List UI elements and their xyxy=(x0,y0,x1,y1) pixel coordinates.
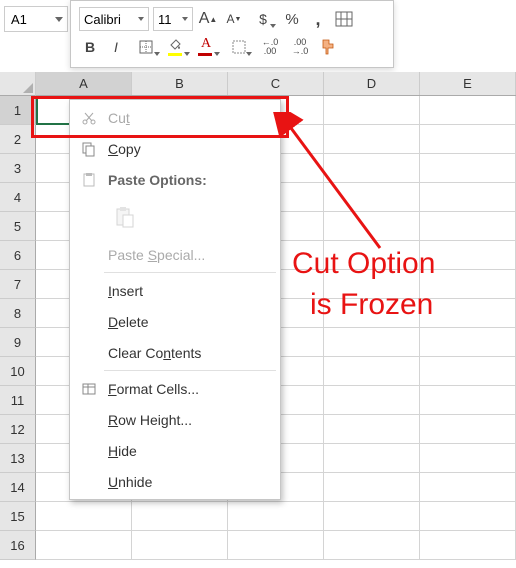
row-header[interactable]: 2 xyxy=(0,125,36,154)
annotation-text: Cut Option is Frozen xyxy=(292,244,435,325)
mini-toolbar: Calibri 11 A▲ A▼ $ % , B I A ←.0.00 . xyxy=(70,0,394,68)
percent-format-button[interactable]: % xyxy=(281,7,303,31)
row-header[interactable]: 11 xyxy=(0,386,36,415)
row-header[interactable]: 8 xyxy=(0,299,36,328)
ctx-delete[interactable]: Delete xyxy=(70,306,280,337)
ctx-insert[interactable]: Insert xyxy=(70,275,280,306)
ctx-format-cells-label: Format Cells... xyxy=(102,381,270,397)
ctx-unhide-label: Unhide xyxy=(102,474,270,490)
borders-button[interactable] xyxy=(131,35,161,59)
col-header-E[interactable]: E xyxy=(420,72,516,95)
ctx-row-height-label: Row Height... xyxy=(102,412,270,428)
ctx-cut: Cut xyxy=(70,102,280,133)
ctx-clear-contents[interactable]: Clear Contents xyxy=(70,337,280,368)
name-box-value: A1 xyxy=(11,12,27,27)
paste-button xyxy=(108,200,142,234)
row-header[interactable]: 1 xyxy=(0,96,36,125)
select-all-corner[interactable] xyxy=(0,72,36,96)
merge-center-button[interactable] xyxy=(333,7,355,31)
ctx-delete-label: Delete xyxy=(102,314,270,330)
row-header[interactable]: 10 xyxy=(0,357,36,386)
increase-decimal-button[interactable]: ←.0.00 xyxy=(257,35,283,59)
grow-font-button[interactable]: A▲ xyxy=(197,7,219,31)
ctx-clear-contents-label: Clear Contents xyxy=(102,345,270,361)
bold-button[interactable]: B xyxy=(79,35,101,59)
context-menu: Cut Copy Paste Options: Paste Special...… xyxy=(69,99,281,500)
shrink-font-button[interactable]: A▼ xyxy=(223,7,245,31)
row-header[interactable]: 15 xyxy=(0,502,36,531)
ctx-cut-label: Cut xyxy=(102,110,270,126)
font-name-select[interactable]: Calibri xyxy=(79,7,149,31)
format-cells-icon xyxy=(76,377,102,401)
italic-button[interactable]: I xyxy=(105,35,127,59)
row-header[interactable]: 12 xyxy=(0,415,36,444)
clipboard-icon xyxy=(76,168,102,192)
comma-format-button[interactable]: , xyxy=(307,7,329,31)
row-header[interactable]: 9 xyxy=(0,328,36,357)
row-header[interactable]: 13 xyxy=(0,444,36,473)
col-header-C[interactable]: C xyxy=(228,72,324,95)
row-header[interactable]: 6 xyxy=(0,241,36,270)
row-header[interactable]: 4 xyxy=(0,183,36,212)
row-headers: 1 2 3 4 5 6 7 8 9 10 11 12 13 14 15 16 xyxy=(0,96,36,560)
format-painter-button[interactable] xyxy=(317,35,339,59)
col-header-D[interactable]: D xyxy=(324,72,420,95)
ctx-format-cells[interactable]: Format Cells... xyxy=(70,373,280,404)
ctx-row-height[interactable]: Row Height... xyxy=(70,404,280,435)
ctx-copy-label: Copy xyxy=(102,141,270,157)
ctx-paste-options-label: Paste Options: xyxy=(102,172,270,188)
borders-style-button[interactable] xyxy=(225,35,253,59)
column-headers: A B C D E xyxy=(36,72,516,96)
row-header[interactable]: 3 xyxy=(0,154,36,183)
row-header[interactable]: 14 xyxy=(0,473,36,502)
col-header-B[interactable]: B xyxy=(132,72,228,95)
row-header[interactable]: 5 xyxy=(0,212,36,241)
name-box[interactable]: A1 xyxy=(4,6,68,32)
row-header[interactable]: 16 xyxy=(0,531,36,560)
ctx-hide-label: Hide xyxy=(102,443,270,459)
ctx-paste-options: Paste Options: xyxy=(70,164,280,195)
ctx-unhide[interactable]: Unhide xyxy=(70,466,280,497)
ctx-paste-special-label: Paste Special... xyxy=(102,247,270,263)
col-header-A[interactable]: A xyxy=(36,72,132,95)
font-size-select[interactable]: 11 xyxy=(153,7,193,31)
scissors-icon xyxy=(76,106,102,130)
row-header[interactable]: 7 xyxy=(0,270,36,299)
ctx-copy[interactable]: Copy xyxy=(70,133,280,164)
ctx-paste-buttons xyxy=(70,195,280,239)
ctx-paste-special: Paste Special... xyxy=(70,239,280,270)
accounting-format-button[interactable]: $ xyxy=(249,7,277,31)
ctx-insert-label: Insert xyxy=(102,283,270,299)
decrease-decimal-button[interactable]: .00→.0 xyxy=(287,35,313,59)
copy-icon xyxy=(76,137,102,161)
ctx-hide[interactable]: Hide xyxy=(70,435,280,466)
font-color-button[interactable]: A xyxy=(195,35,221,59)
fill-color-button[interactable] xyxy=(165,35,191,59)
